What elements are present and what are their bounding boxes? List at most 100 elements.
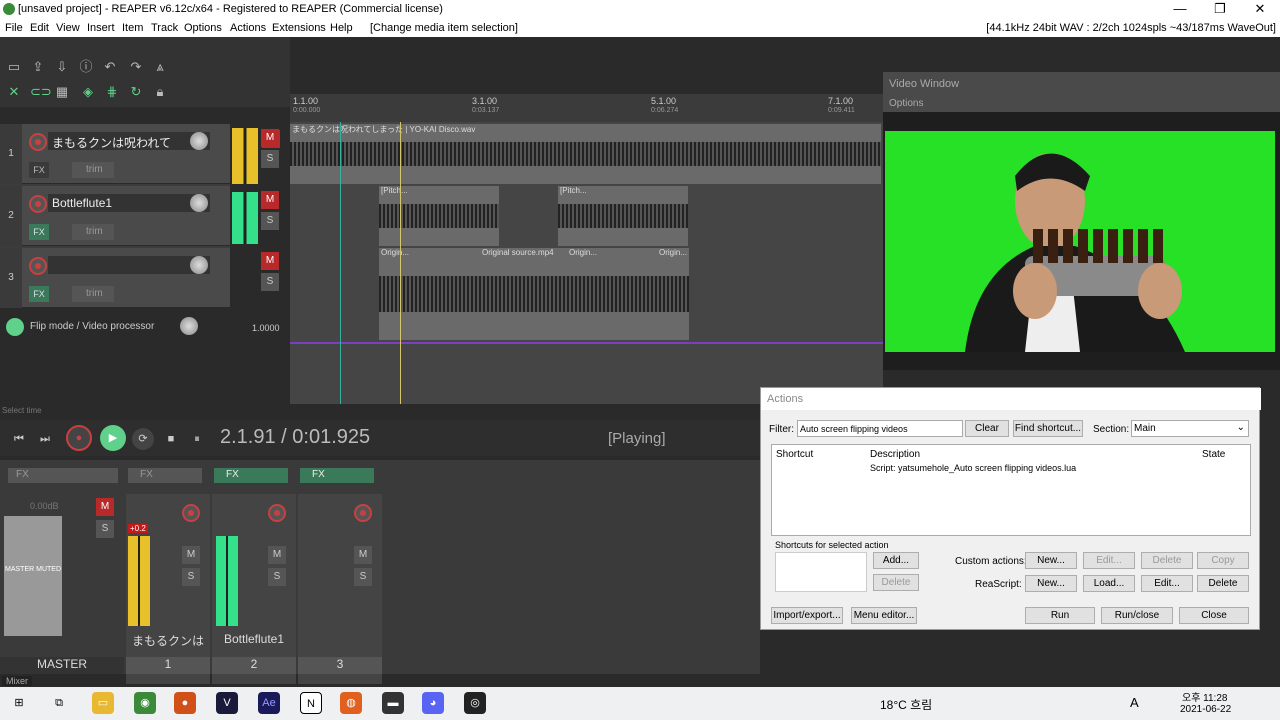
menu-options[interactable]: Options [184, 22, 222, 34]
custom-new-button[interactable]: New... [1025, 552, 1077, 569]
menu-view[interactable]: View [56, 22, 80, 34]
add-shortcut-button[interactable]: Add... [873, 552, 919, 569]
time-display[interactable]: 2.1.91 / 0:01.925 [220, 426, 370, 449]
grid-icon[interactable]: ▦ [54, 84, 70, 100]
vegas-icon[interactable]: V [216, 692, 238, 714]
strip-solo-button[interactable]: S [354, 568, 372, 586]
timeline-ruler[interactable]: 1.1.00 0:00.000 3.1.00 0:03.137 5.1.00 0… [290, 94, 883, 122]
track-1-header[interactable]: 1 まもるクンは呪われて FX trim M [0, 124, 280, 184]
track1-fx-slot[interactable]: FX [128, 468, 202, 483]
envelope-knob[interactable] [180, 317, 198, 335]
after-effects-icon[interactable]: Ae [258, 692, 280, 714]
file-explorer-icon[interactable]: ▭ [92, 692, 114, 714]
reascript-load-button[interactable]: Load... [1083, 575, 1135, 592]
menu-edit[interactable]: Edit [30, 22, 49, 34]
item-grouping-icon[interactable]: ⊂⊃ [30, 84, 52, 100]
firefox-dev-icon[interactable]: ● [174, 692, 196, 714]
discord-icon[interactable]: ◕ [422, 692, 444, 714]
chrome-icon[interactable]: ◉ [134, 692, 156, 714]
master-mute-button[interactable]: M [96, 498, 114, 516]
start-icon[interactable]: ⊞ [8, 692, 30, 714]
open-project-icon[interactable]: ⇪ [30, 59, 46, 75]
track-3-header[interactable]: 3 FX trim [0, 248, 230, 308]
import-export-button[interactable]: Import/export... [771, 607, 843, 624]
media-item-track2a[interactable]: [Pitch... [379, 186, 499, 246]
run-close-button[interactable]: Run/close [1101, 607, 1173, 624]
auto-crossfade-icon[interactable]: ↻ [128, 84, 144, 100]
minimize-button[interactable]: — [1160, 1, 1200, 16]
weather[interactable]: 18°C 흐림 [880, 696, 932, 713]
terminal-icon[interactable]: ▬ [382, 692, 404, 714]
col-shortcut[interactable]: Shortcut [776, 449, 813, 460]
volume-knob[interactable] [190, 256, 208, 274]
clear-button[interactable]: Clear [965, 420, 1009, 437]
undo-icon[interactable]: ↶ [102, 59, 118, 75]
track-3-solo-button[interactable]: S [261, 273, 279, 291]
volume-knob[interactable] [190, 194, 208, 212]
volume-knob[interactable] [190, 132, 208, 150]
col-state[interactable]: State [1202, 449, 1225, 460]
menu-help[interactable]: Help [330, 22, 353, 34]
strip-mute-button[interactable]: M [182, 546, 200, 564]
delete-shortcut-button[interactable]: Delete [873, 574, 919, 591]
track3-fx-slot[interactable]: FX [300, 468, 374, 483]
save-project-icon[interactable]: ⇩ [54, 59, 70, 75]
custom-copy-button[interactable]: Copy [1197, 552, 1249, 569]
reascript-delete-button[interactable]: Delete [1197, 575, 1249, 592]
strip-mute-button[interactable]: M [268, 546, 286, 564]
track-2-mute-button[interactable]: M [261, 191, 279, 209]
menu-item[interactable]: Item [122, 22, 143, 34]
fx-button[interactable]: FX [29, 224, 49, 240]
master-solo-button[interactable]: S [96, 520, 114, 538]
metronome-icon[interactable]: ⩓ [152, 59, 168, 75]
envelope-lock-icon[interactable]: ◈ [80, 84, 96, 100]
track-2-solo-button[interactable]: S [261, 212, 279, 230]
record-arm-icon[interactable] [354, 504, 372, 522]
col-description[interactable]: Description [870, 449, 920, 460]
record-icon[interactable]: ● [66, 425, 92, 451]
input-lang[interactable]: A [1130, 695, 1139, 710]
menu-track[interactable]: Track [151, 22, 178, 34]
record-arm-icon[interactable] [29, 195, 47, 213]
filter-input[interactable] [797, 420, 963, 437]
media-item-track2b[interactable]: [Pitch... [558, 186, 688, 246]
custom-delete-button[interactable]: Delete [1141, 552, 1193, 569]
track-1-solo-button[interactable]: S [261, 150, 279, 168]
record-arm-icon[interactable] [29, 257, 47, 275]
play-icon[interactable]: ▶ [100, 425, 126, 451]
shortcuts-list[interactable] [775, 552, 867, 592]
new-project-icon[interactable]: ▭ [6, 59, 22, 75]
trim-button[interactable]: trim [72, 162, 114, 178]
stop-icon[interactable]: ■ [160, 428, 182, 450]
pause-icon[interactable]: ⏸ [186, 428, 208, 450]
trim-button[interactable]: trim [72, 286, 114, 302]
lock-icon[interactable]: 🔒︎ [152, 84, 168, 100]
redo-icon[interactable]: ↷ [128, 59, 144, 75]
go-start-icon[interactable]: ⏮ [8, 428, 30, 450]
track-name[interactable] [48, 256, 210, 274]
close-window-button[interactable]: ✕ [1240, 1, 1280, 17]
play-cursor[interactable] [340, 94, 341, 404]
clock-time[interactable]: 오후 11:28 [1182, 689, 1227, 704]
envelope-line[interactable] [290, 342, 883, 344]
track-3-mute-button[interactable]: M [261, 252, 279, 270]
menu-file[interactable]: File [5, 22, 23, 34]
track2-fx-slot[interactable]: FX [214, 468, 288, 483]
run-button[interactable]: Run [1025, 607, 1095, 624]
media-item-track3[interactable]: Origin... Original source.mp4 Origin... … [379, 248, 689, 340]
menu-extensions[interactable]: Extensions [272, 22, 326, 34]
custom-edit-button[interactable]: Edit... [1083, 552, 1135, 569]
find-shortcut-button[interactable]: Find shortcut... [1013, 420, 1083, 437]
action-row[interactable]: Script: yatsumehole_Auto screen flipping… [870, 463, 1076, 473]
track-name[interactable]: まもるクンは呪われて [48, 132, 210, 150]
media-item-track1[interactable]: まもるクンは呪われてしまった | YO-KAI Disco.wav [290, 124, 881, 184]
track-1-mute-button[interactable]: M [261, 129, 279, 147]
master-fx-slot[interactable]: FX [8, 468, 118, 483]
trim-button[interactable]: trim [72, 224, 114, 240]
go-end-icon[interactable]: ⏭ [34, 428, 56, 450]
maximize-button[interactable]: ❐ [1200, 1, 1240, 17]
reaper-taskbar-icon[interactable]: ◎ [464, 692, 486, 714]
fx-button[interactable]: FX [29, 162, 49, 178]
strip-mute-button[interactable]: M [354, 546, 372, 564]
task-view-icon[interactable]: ⧉ [48, 692, 70, 714]
